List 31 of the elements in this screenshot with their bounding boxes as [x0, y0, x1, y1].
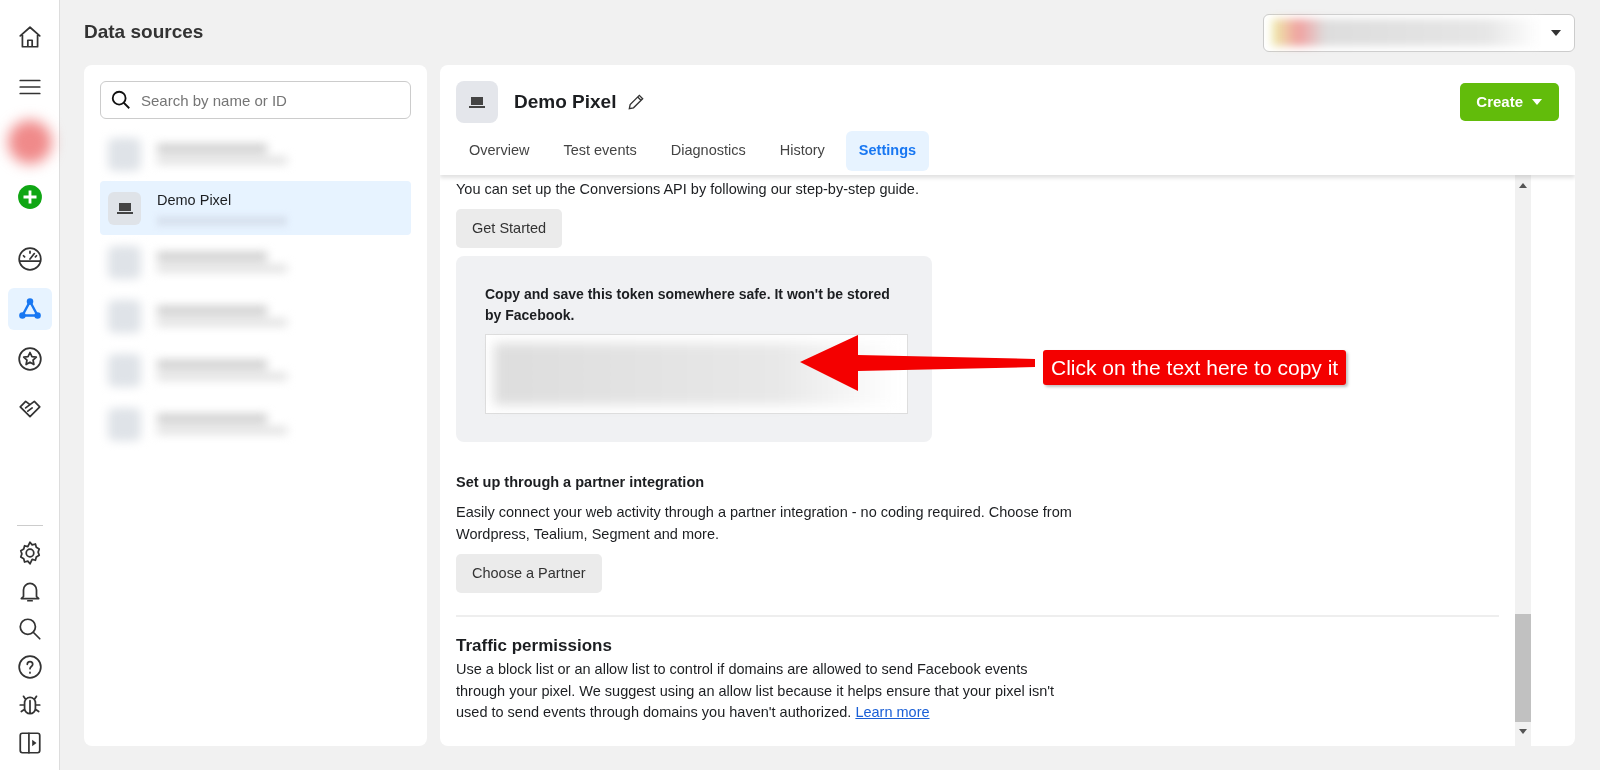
scrollbar[interactable] — [1515, 174, 1531, 746]
tab[interactable]: History — [766, 131, 838, 171]
scrollbar-thumb[interactable] — [1515, 614, 1531, 722]
network-icon[interactable] — [7, 288, 52, 330]
learn-more-link[interactable]: Learn more — [855, 704, 930, 721]
source-name: Demo Pixel — [157, 191, 233, 211]
caret-icon — [1551, 29, 1561, 36]
intro-text: You can set up the Conversions API by following our step-by-step guide. — [456, 179, 920, 199]
callout-label: Click on the text here to copy it — [1043, 349, 1347, 386]
arrow-icon — [800, 332, 1035, 393]
source-item[interactable]: Demo Pixel — [100, 181, 411, 235]
tab[interactable]: Settings — [845, 131, 930, 171]
page-title: Data sources — [84, 20, 204, 45]
choose-partner-button[interactable]: Choose a Partner — [456, 553, 602, 594]
get-started-button[interactable]: Get Started — [456, 208, 563, 249]
scroll-down-icon[interactable] — [1518, 728, 1528, 736]
search-field[interactable]: Search by name or ID — [100, 81, 411, 119]
tab[interactable]: Test events — [550, 131, 650, 171]
pixel-name: Demo Pixel — [514, 89, 617, 114]
caret-icon — [1531, 98, 1543, 106]
search-icon — [110, 89, 132, 111]
laptop-icon — [456, 81, 498, 123]
tab[interactable]: Overview — [456, 131, 543, 171]
laptop-icon — [108, 191, 141, 225]
section-heading: Set up through a partner integration — [456, 473, 706, 493]
traffic-description: Use a block list or an allow list to control if domains are allowed to send Facebook events through your pixel. We suggest using an allow list because it helps ensure that your pixel isn't used to send events through domains you haven't authorized. Learn more — [456, 659, 1056, 723]
token-note: Copy and save this token somewhere safe. It won't be stored by Facebook. — [485, 285, 891, 326]
partner-description: Easily connect your web activity through a partner integration - no coding required. Choose from Wordpress, Tealium, Segment and more. — [456, 503, 1073, 544]
section-heading: Traffic permissions — [456, 635, 613, 658]
token-field[interactable] — [485, 334, 908, 415]
tab[interactable]: Diagnostics — [657, 131, 759, 171]
